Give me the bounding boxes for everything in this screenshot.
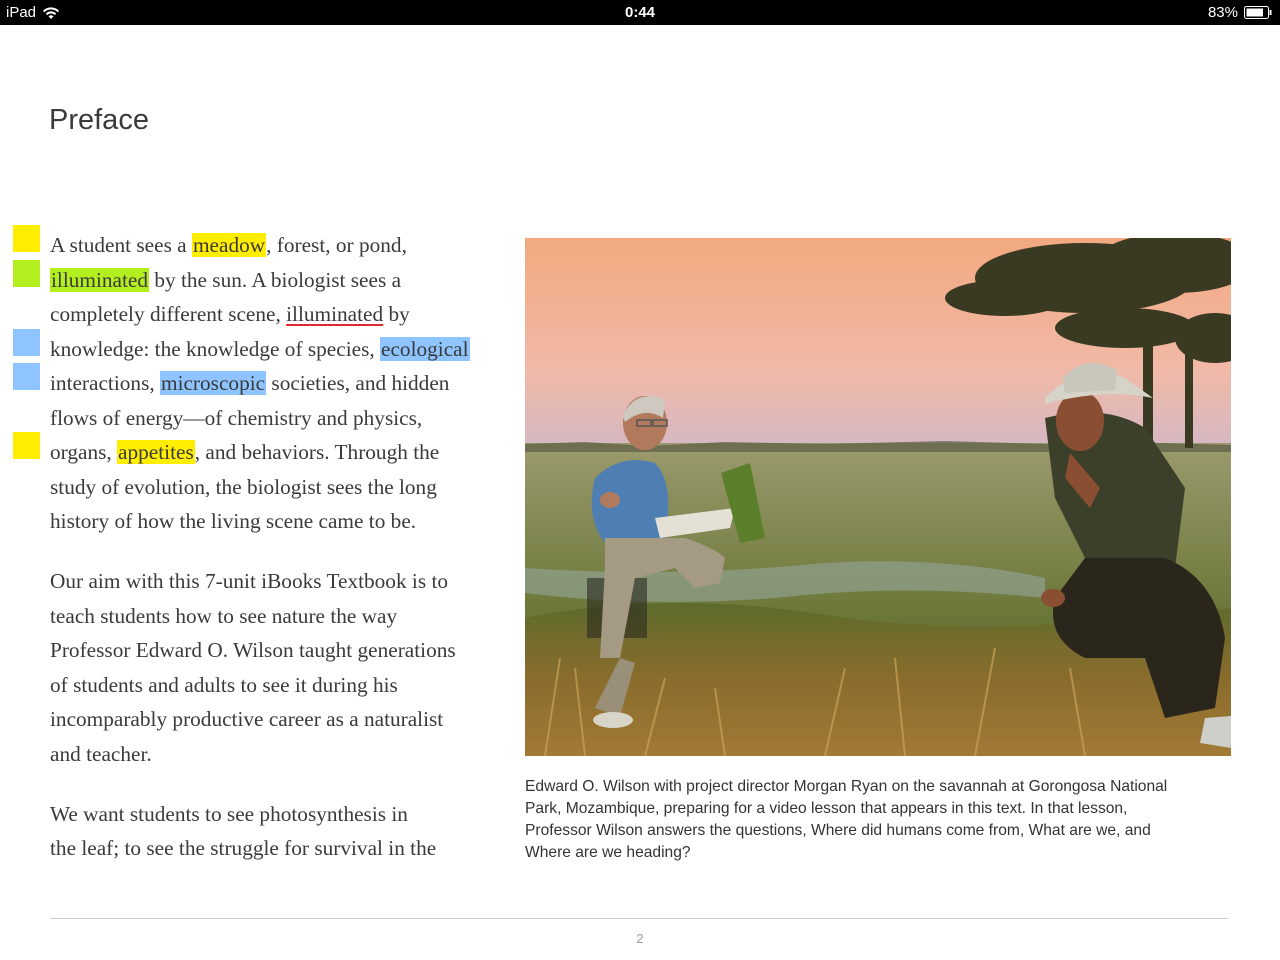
text-span: completely different scene, <box>50 302 287 326</box>
highlight-marker-microscopic[interactable] <box>13 363 40 390</box>
text-span: A student sees a <box>50 233 192 257</box>
highlight-meadow[interactable]: meadow <box>191 233 267 257</box>
text-span: organs, <box>50 440 118 464</box>
text-line: knowledge: the knowledge of species, eco… <box>50 332 500 367</box>
page-title: Preface <box>49 104 149 136</box>
text-line: history of how the living scene came to … <box>50 509 417 533</box>
text-line: of students and adults to see it during … <box>50 672 398 697</box>
status-bar: iPad 0:44 83% <box>0 0 1280 25</box>
text-span: , and behaviors. Through the <box>194 440 440 464</box>
highlight-illuminated[interactable]: illuminated <box>50 267 150 292</box>
highlight-ecological[interactable]: ecological <box>380 336 470 361</box>
caption-line: Professor Wilson answers the questions, … <box>525 822 1151 839</box>
text-span: knowledge: the knowledge of species, <box>50 336 381 361</box>
battery-percent: 83% <box>1207 4 1238 21</box>
page-number: 2 <box>636 931 644 946</box>
photo-caption: Edward O. Wilson with project director M… <box>525 776 1235 864</box>
text-line: illuminated by the sun. A biologist sees… <box>50 263 500 298</box>
text-span: interactions, <box>50 371 160 395</box>
caption-line: Edward O. Wilson with project director M… <box>525 778 1168 795</box>
text-line: A student sees a meadow, forest, or pond… <box>50 228 500 263</box>
text-line: teach students how to see nature the way <box>50 603 398 628</box>
highlight-marker-appetites[interactable] <box>13 432 40 459</box>
status-right: 83% <box>1208 4 1272 21</box>
highlight-appetites[interactable]: appetites <box>117 440 195 464</box>
text-line: incomparably productive career as a natu… <box>50 707 444 731</box>
status-time: 0:44 <box>624 4 656 21</box>
text-line: interactions, microscopic societies, and… <box>50 366 500 401</box>
text-line: We want students to see photosynthesis i… <box>50 801 408 826</box>
text-line: organs, appetites, and behaviors. Throug… <box>50 435 500 470</box>
paragraph-2[interactable]: Our aim with this 7-unit iBooks Textbook… <box>50 564 500 771</box>
battery-icon <box>1244 6 1272 19</box>
highlight-marker-meadow[interactable] <box>13 225 40 252</box>
paragraph-1[interactable]: A student sees a meadow, forest, or pond… <box>50 228 500 539</box>
underline-illuminated[interactable]: illuminated <box>286 302 383 326</box>
highlight-marker-ecological[interactable] <box>13 329 40 356</box>
text-line: study of evolution, the biologist sees t… <box>50 474 437 499</box>
caption-line: Park, Mozambique, preparing for a video … <box>525 800 1128 817</box>
text-line: completely different scene, illuminated … <box>50 297 500 332</box>
text-line: the leaf; to see the struggle for surviv… <box>50 836 437 860</box>
text-line: Our aim with this 7-unit iBooks Textbook… <box>50 569 449 593</box>
text-line: Professor Edward O. Wilson taught genera… <box>50 638 456 662</box>
text-span: , forest, or pond, <box>266 233 407 257</box>
text-span: by the sun. A biologist sees a <box>149 267 402 292</box>
savannah-photo[interactable] <box>525 238 1231 756</box>
footer-divider <box>50 918 1228 919</box>
caption-line: Where are we heading? <box>525 844 691 861</box>
body-text[interactable]: A student sees a meadow, forest, or pond… <box>50 228 500 866</box>
paragraph-3[interactable]: We want students to see photosynthesis i… <box>50 797 500 866</box>
highlight-microscopic[interactable]: microscopic <box>160 371 267 395</box>
highlight-marker-illuminated[interactable] <box>13 260 40 287</box>
text-span: societies, and hidden <box>266 371 450 395</box>
text-line: flows of energy—of chemistry and physics… <box>50 405 423 430</box>
text-span: by <box>383 302 410 326</box>
text-line: and teacher. <box>50 741 152 766</box>
